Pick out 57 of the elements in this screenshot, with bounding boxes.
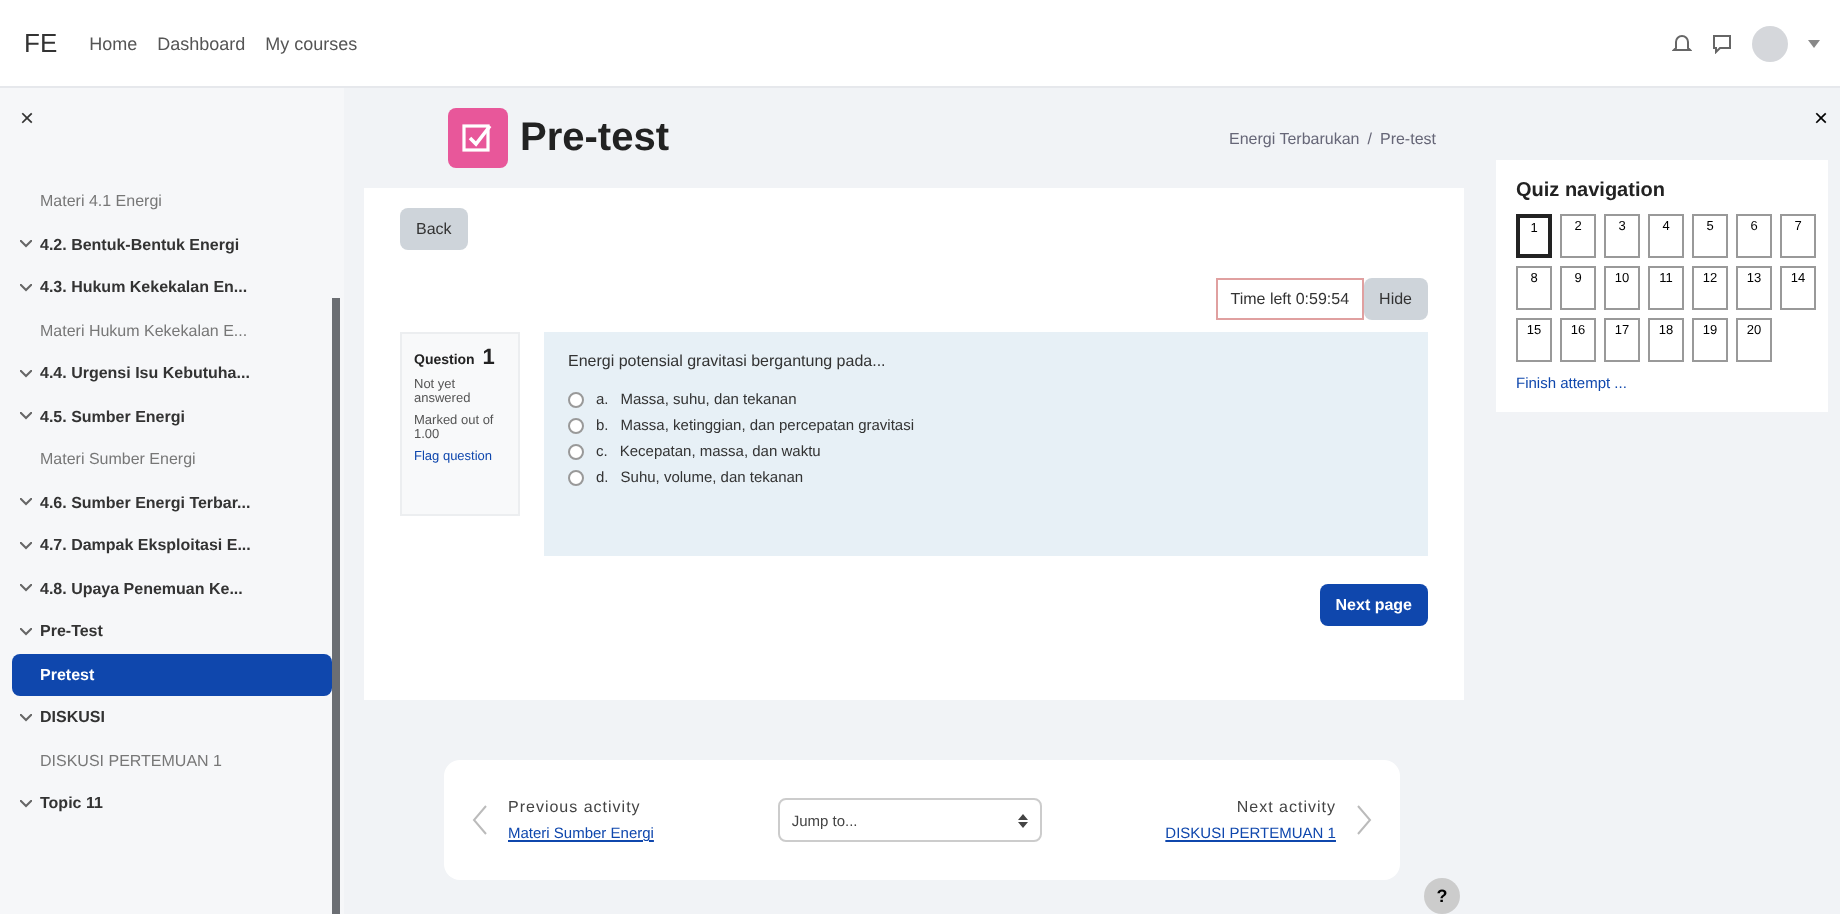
chevron-left-icon[interactable] (472, 804, 488, 836)
radio-button[interactable] (568, 417, 584, 433)
course-index-item[interactable]: Pre-Test (12, 610, 332, 653)
question-text: Energi potensial gravitasi bergantung pada... (568, 352, 888, 370)
radio-button[interactable] (568, 391, 584, 407)
chevron-icon (20, 799, 32, 808)
chevron-icon (20, 283, 32, 292)
previous-activity-label: Previous activity (508, 798, 641, 816)
help-button[interactable]: ? (1424, 878, 1460, 914)
nav-link[interactable]: Home (89, 33, 138, 53)
course-index-item[interactable]: 4.4. Urgensi Isu Kebutuha... (12, 352, 332, 395)
nav-link[interactable]: Dashboard (157, 33, 246, 53)
course-index-item[interactable]: 4.7. Dampak Eksploitasi E... (12, 524, 332, 567)
chevron-right-icon[interactable] (1355, 804, 1372, 836)
radio-button[interactable] (568, 469, 584, 485)
nav-link[interactable]: My courses (265, 33, 358, 53)
chevron-icon (20, 498, 32, 507)
chevron-icon (20, 412, 32, 421)
back-button[interactable]: Back (400, 208, 468, 250)
course-index-item[interactable]: 4.2. Bentuk-Bentuk Energi (12, 223, 332, 266)
course-index-item[interactable]: Topic 11 (12, 782, 332, 825)
course-index-item[interactable]: Materi Sumber Energi (12, 438, 332, 481)
scrollbar[interactable] (332, 298, 340, 914)
next-activity-label: Next activity (1236, 798, 1336, 816)
course-index-item[interactable]: 4.5. Sumber Energi (12, 395, 332, 438)
chevron-icon (20, 584, 32, 593)
quiz-icon (448, 108, 508, 168)
course-index-item[interactable]: Pretest (12, 653, 332, 696)
breadcrumb-separator: / (1367, 129, 1372, 147)
hide-button[interactable]: Hide (1363, 278, 1428, 320)
breadcrumb-link[interactable]: Pre-test (1379, 129, 1436, 147)
page-title: Pre-test (520, 115, 669, 161)
course-index-item[interactable]: Materi 4.1 Energi (12, 180, 332, 223)
chevron-icon (20, 369, 32, 378)
course-index-item[interactable]: DISKUSI (12, 696, 332, 739)
chevron-icon (20, 240, 32, 249)
course-index-item[interactable]: DISKUSI PERTEMUAN 1 (12, 739, 332, 782)
sort-arrows-icon (1017, 813, 1028, 827)
course-index-item[interactable]: 4.8. Upaya Penemuan Ke... (12, 567, 332, 610)
chevron-icon (20, 627, 32, 636)
next-page-button[interactable]: Next page (1319, 584, 1428, 626)
timer: Time left 0:59:54 (1216, 278, 1364, 320)
site-logo[interactable]: FE (24, 28, 58, 58)
chevron-icon (20, 713, 32, 722)
user-avatar[interactable] (1752, 25, 1788, 61)
course-index-item[interactable]: 4.6. Sumber Energi Terbar... (12, 481, 332, 524)
close-button[interactable]: × (12, 96, 52, 140)
close-button[interactable]: × (1813, 104, 1828, 132)
bell-icon[interactable] (1672, 33, 1692, 53)
radio-button[interactable] (568, 443, 584, 459)
chat-icon[interactable] (1712, 33, 1732, 53)
course-index-item[interactable]: Materi Hukum Kekekalan E... (12, 309, 332, 352)
caret-icon[interactable] (1808, 39, 1820, 47)
block-title: Quiz navigation (1516, 180, 1667, 202)
chevron-icon (20, 541, 32, 550)
breadcrumb-link[interactable]: Energi Terbarukan (1229, 129, 1360, 147)
course-index-item[interactable]: 4.3. Hukum Kekekalan En... (12, 266, 332, 309)
